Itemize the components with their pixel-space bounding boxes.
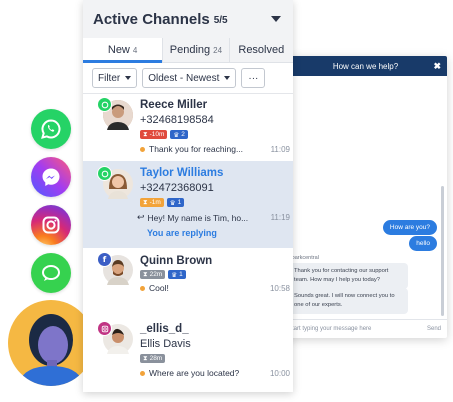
widget-title: How can we help? [332,61,399,71]
tab-resolved[interactable]: Resolved [228,38,293,62]
instagram-icon [31,205,71,245]
crown-icon: ♛ [171,271,178,279]
preview-text: Where are you located? [149,368,240,378]
tab-count: 4 [132,45,138,55]
unread-dot [140,146,145,152]
facebook-icon: f [97,252,112,267]
conversation-item[interactable]: Reece Miller +32468198584 ⧗ -10m ♛ 2 Thank… [83,93,293,161]
contact-full-name: Ellis Davis [140,338,191,350]
agent-message: Sounds great. I will now connect you to … [288,288,408,314]
active-channels-panel: Active Channels 5/5 New 4 Pending 24 Res… [83,0,293,392]
reply-icon: ↩ [137,212,145,222]
sla-badge: ⧗ -10m [140,130,168,139]
unread-dot [140,285,145,291]
message-time: 11:19 [270,213,290,222]
contact-name: Taylor Williams [140,167,224,179]
agent-message: Thank you for contacting our support tea… [288,263,408,289]
instagram-icon [97,321,112,336]
hourglass-icon: ⧗ [143,354,148,362]
filter-dropdown[interactable]: Filter [92,68,138,88]
unread-dot [140,370,145,376]
filter-bar: Filter Oldest - Newest ··· [83,63,293,94]
sort-dropdown[interactable]: Oldest - Newest [142,68,237,88]
sort-label: Oldest - Newest [148,72,220,84]
priority-badge: ♛ 2 [170,130,188,139]
sla-badge: ⧗ 22m [140,270,166,279]
whatsapp-icon [97,166,112,181]
chevron-down-icon[interactable] [271,16,281,22]
sla-time: -10m [149,131,165,138]
crown-icon: ♛ [173,131,180,139]
conversation-item[interactable]: _ellis_d_ Ellis Davis ⧗ 28m Where are you… [83,314,293,386]
contact-name: Quinn Brown [140,255,213,267]
messenger-icon [31,157,71,197]
more-options-button[interactable]: ··· [241,68,266,88]
contact-phone: +32472368091 [140,182,214,194]
hourglass-icon: ⧗ [143,130,148,138]
message-time: 10:00 [269,368,290,378]
agent-avatar [8,300,94,386]
chat-widget: How can we help? ✖ How are you? hello Sp… [284,56,447,338]
message-time: 10:58 [269,283,290,293]
whatsapp-icon [31,109,71,149]
tab-pending[interactable]: Pending 24 [162,38,229,62]
tab-label: Resolved [238,44,285,56]
priority-badge: ♛ 1 [168,270,186,279]
sla-time: -1m [149,199,161,206]
tab-new[interactable]: New 4 [83,38,163,63]
channel-count: 5/5 [213,14,228,26]
message-preview: Where are you located? 10:00 [140,368,290,378]
send-button[interactable]: Send [427,326,441,332]
panel-title: Active Channels [93,10,210,28]
replying-status: You are replying [147,228,217,238]
preview-text: Thank you for reaching... [149,144,244,154]
message-preview: ↩ Hey! My name is Tim, ho... 11:19 [137,212,290,223]
sla-time: 22m [149,271,163,278]
tab-count: 24 [213,45,223,55]
hourglass-icon: ⧗ [143,270,148,278]
sla-time: 28m [149,355,163,362]
hourglass-icon: ⧗ [143,198,148,206]
priority-value: 1 [177,199,182,206]
widget-scrollbar[interactable] [441,186,444,316]
sla-badge: ⧗ 28m [140,354,166,363]
message-preview: Thank you for reaching... 11:09 [140,144,290,154]
widget-header: How can we help? ✖ [284,56,447,76]
panel-header: Active Channels 5/5 [83,0,293,38]
whatsapp-icon [97,97,112,112]
crown-icon: ♛ [169,199,176,207]
caret-down-icon [125,76,132,80]
message-preview: Cool! 10:58 [140,283,290,293]
message-time: 11:09 [270,144,290,154]
contact-name: _ellis_d_ [140,323,189,335]
message-input-placeholder[interactable]: Start typing your message here [288,326,371,332]
contact-phone: +32468198584 [140,114,214,126]
visitor-message: hello [409,236,437,251]
more-icon: ··· [248,72,259,84]
conversation-item[interactable]: f Quinn Brown ⧗ 22m ♛ 1 Cool! 10:58 [83,248,293,314]
priority-value: 1 [179,271,183,278]
tab-label: New [107,44,130,56]
tab-bar: New 4 Pending 24 Resolved [83,38,293,63]
filter-label: Filter [98,72,121,84]
imessage-icon [31,253,71,293]
contact-name: Reece Miller [140,99,208,111]
conversation-item-selected[interactable]: Taylor Williams +32472368091 ⧗ -1m ♛ 1 ↩ H… [83,161,293,248]
message-input[interactable]: Start typing your message here Send [284,319,447,338]
tab-label: Pending [169,44,211,56]
close-icon[interactable]: ✖ [433,61,441,72]
caret-down-icon [224,76,231,80]
preview-text: Hey! My name is Tim, ho... [147,212,249,223]
priority-badge: ♛ 1 [166,198,185,207]
preview-text: Cool! [149,283,169,293]
sla-badge: ⧗ -1m [140,198,164,207]
visitor-message: How are you? [382,220,437,235]
priority-value: 2 [181,131,185,138]
